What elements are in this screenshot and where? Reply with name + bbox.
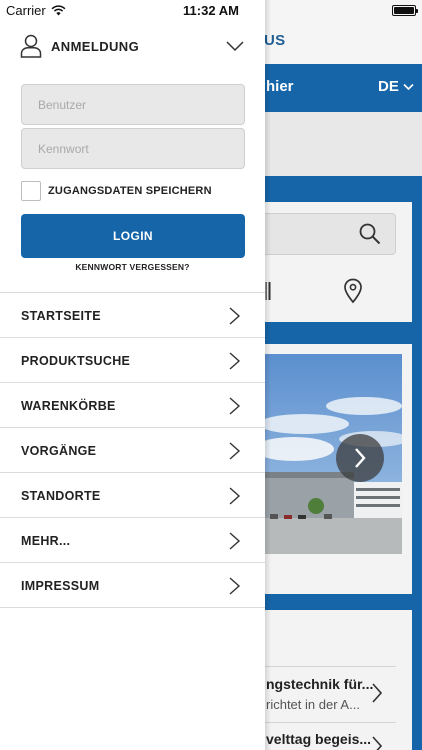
chevron-right-icon xyxy=(229,397,241,415)
remember-checkbox[interactable] xyxy=(21,181,41,201)
language-label: DE xyxy=(378,78,399,95)
menu-item-impressum[interactable]: IMPRESSUM xyxy=(0,563,265,608)
carousel-next-button[interactable] xyxy=(336,434,384,482)
chevron-right-icon xyxy=(229,487,241,505)
menu-item-label: STARTSEITE xyxy=(21,309,101,323)
remember-label: ZUGANGSDATEN SPEICHERN xyxy=(48,185,212,197)
user-icon xyxy=(20,34,42,58)
search-icon[interactable] xyxy=(358,222,382,246)
news-divider xyxy=(264,722,396,723)
menu-item-label: PRODUKTSUCHE xyxy=(21,354,131,368)
remember-credentials-row[interactable]: ZUGANGSDATEN SPEICHERN xyxy=(21,180,212,202)
menu-item-label: MEHR... xyxy=(21,534,71,548)
menu-item-mehr[interactable]: MEHR... xyxy=(0,518,265,563)
chevron-right-icon[interactable] xyxy=(370,682,384,704)
login-title: ANMELDUNG xyxy=(51,39,140,54)
drawer-shadow xyxy=(265,0,271,750)
battery-icon xyxy=(392,5,418,16)
chevron-right-icon xyxy=(229,532,241,550)
menu-item-label: VORGÄNGE xyxy=(21,444,97,458)
login-button[interactable]: LOGIN xyxy=(21,214,245,258)
news-divider xyxy=(264,666,396,667)
login-section-header[interactable]: ANMELDUNG xyxy=(0,30,265,64)
chevron-right-icon xyxy=(229,352,241,370)
menu-item-label: WARENKÖRBE xyxy=(21,399,116,413)
news-item-title[interactable]: velttag begeis... xyxy=(266,731,371,747)
menu-item-startseite[interactable]: STARTSEITE xyxy=(0,293,265,338)
chevron-down-icon[interactable] xyxy=(226,39,244,53)
news-item-title[interactable]: ngstechnik für... xyxy=(266,676,373,692)
chevron-right-icon xyxy=(229,577,241,595)
menu-item-label: STANDORTE xyxy=(21,489,101,503)
menu-item-warenkoerbe[interactable]: WARENKÖRBE xyxy=(0,383,265,428)
navigation-menu: STARTSEITE PRODUKTSUCHE WARENKÖRBE VORGÄ… xyxy=(0,292,265,608)
menu-item-label: IMPRESSUM xyxy=(21,579,100,593)
status-time: 11:32 AM xyxy=(183,3,239,18)
menu-item-produktsuche[interactable]: PRODUKTSUCHE xyxy=(0,338,265,383)
chevron-right-icon xyxy=(229,442,241,460)
menu-item-vorgaenge[interactable]: VORGÄNGE xyxy=(0,428,265,473)
status-bar: Carrier 11:32 AM xyxy=(0,0,422,22)
chevron-down-icon xyxy=(403,83,414,90)
chevron-right-icon xyxy=(229,307,241,325)
side-drawer: ANMELDUNG ZUGANGSDATEN SPEICHERN LOGIN K… xyxy=(0,0,265,750)
chevron-right-icon xyxy=(355,448,366,468)
battery-level xyxy=(394,7,414,14)
language-selector[interactable]: DE xyxy=(378,78,414,95)
password-field[interactable] xyxy=(21,128,245,169)
forgot-password-link[interactable]: KENNWORT VERGESSEN? xyxy=(0,262,265,272)
menu-item-standorte[interactable]: STANDORTE xyxy=(0,473,265,518)
chevron-right-icon[interactable] xyxy=(370,735,384,750)
news-item-subtitle: richtet in der A... xyxy=(266,697,360,712)
username-field[interactable] xyxy=(21,84,245,125)
location-pin-icon[interactable] xyxy=(343,278,363,304)
